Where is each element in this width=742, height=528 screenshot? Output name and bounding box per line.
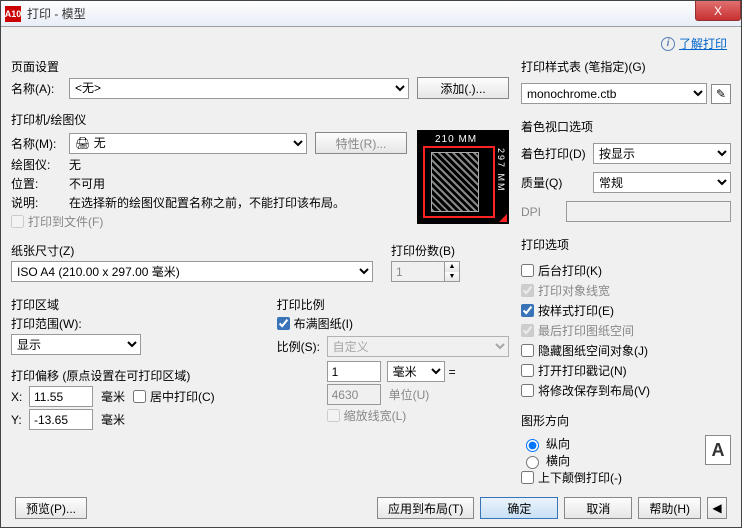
portrait-radio[interactable]: 纵向 [521, 435, 705, 452]
location-value: 不可用 [69, 175, 105, 192]
scale-select: 自定义 [327, 336, 509, 357]
ratio-label: 比例(S): [277, 338, 327, 355]
copies-input [391, 261, 445, 282]
preview-corner-icon [499, 214, 507, 222]
window-title: 打印 - 模型 [27, 5, 86, 22]
preview-button[interactable]: 预览(P)... [15, 497, 87, 519]
close-icon: X [714, 4, 722, 18]
copies-spinner: ▲▼ [445, 261, 460, 282]
quality-label: 质量(Q) [521, 174, 593, 191]
info-icon: i [661, 37, 675, 51]
page-name-label: 名称(A): [11, 80, 69, 97]
paper-size-select[interactable]: ISO A4 (210.00 x 297.00 毫米) [11, 261, 373, 282]
landscape-radio[interactable]: 横向 [521, 452, 705, 469]
drawing-units-input [327, 384, 381, 405]
ok-button[interactable]: 确定 [480, 497, 558, 519]
printer-properties-button: 特性(R)... [315, 132, 407, 154]
page-setup-heading: 页面设置 [11, 58, 509, 75]
close-button[interactable]: X [695, 1, 741, 21]
edit-style-button[interactable]: ✎ [711, 84, 731, 104]
opt-save-checkbox[interactable]: 将修改保存到布局(V) [521, 382, 731, 399]
offset-y-label: Y: [11, 413, 29, 427]
dpi-label: DPI [521, 205, 566, 219]
offset-x-input[interactable] [29, 386, 93, 407]
cancel-button[interactable]: 取消 [564, 497, 632, 519]
scale-unit-input[interactable] [327, 361, 381, 382]
pencil-icon: ✎ [716, 87, 726, 101]
unit-select[interactable]: 毫米 [387, 361, 445, 382]
area-heading: 打印区域 [11, 296, 267, 313]
shade-label: 着色打印(D) [521, 145, 593, 162]
options-heading: 打印选项 [521, 236, 731, 253]
printer-name-label: 名称(M): [11, 135, 69, 152]
app-icon: A10 [5, 6, 21, 22]
orientation-icon: A [705, 435, 731, 465]
paper-heading: 纸张尺寸(Z) [11, 242, 373, 259]
offset-heading: 打印偏移 (原点设置在可打印区域) [11, 367, 267, 384]
spin-up-icon: ▲ [445, 262, 459, 272]
apply-layout-button[interactable]: 应用到布局(T) [377, 497, 474, 519]
offset-y-unit: 毫米 [101, 411, 125, 428]
center-plot-checkbox[interactable]: 居中打印(C) [133, 388, 215, 405]
offset-y-input[interactable] [29, 409, 93, 430]
add-page-setup-button[interactable]: 添加(.)... [417, 77, 509, 99]
upside-down-checkbox[interactable]: 上下颠倒打印(-) [521, 469, 705, 486]
spin-down-icon: ▼ [445, 272, 459, 282]
styletable-heading: 打印样式表 (笔指定)(G) [521, 58, 731, 75]
fit-to-paper-checkbox[interactable]: 布满图纸(I) [277, 315, 509, 332]
dpi-input [566, 201, 731, 222]
opt-hide-checkbox[interactable]: 隐藏图纸空间对象(J) [521, 342, 731, 359]
titlebar: A10 打印 - 模型 X [1, 1, 741, 27]
plot-dialog: A10 打印 - 模型 X i 了解打印 页面设置 名称(A): <无> 添加(… [0, 0, 742, 528]
help-button[interactable]: 帮助(H) [638, 497, 701, 519]
offset-x-unit: 毫米 [101, 388, 125, 405]
desc-value: 在选择新的绘图仪配置名称之前，不能打印该布局。 [69, 194, 407, 211]
printer-name-select[interactable]: 🖨 无 [69, 133, 307, 154]
plot-style-select[interactable]: monochrome.ctb [521, 83, 707, 104]
shaded-heading: 着色视口选项 [521, 118, 731, 135]
plotter-label: 绘图仪: [11, 156, 69, 173]
learn-plot-link[interactable]: 了解打印 [679, 35, 727, 52]
printer-heading: 打印机/绘图仪 [11, 111, 509, 128]
page-name-select[interactable]: <无> [69, 78, 409, 99]
paper-preview: 210 MM 297 MM [417, 130, 509, 224]
plot-area-select[interactable]: 显示 [11, 334, 141, 355]
opt-paperspace-last-checkbox: 最后打印图纸空间 [521, 322, 731, 339]
preview-height-label: 297 MM [496, 148, 506, 193]
chevron-left-icon: ◀ [712, 501, 721, 515]
opt-lineweights-checkbox: 打印对象线宽 [521, 282, 731, 299]
scale-heading: 打印比例 [277, 296, 509, 313]
plot-to-file-checkbox: 打印到文件(F) [11, 213, 103, 230]
opt-stamp-checkbox[interactable]: 打开打印戳记(N) [521, 362, 731, 379]
location-label: 位置: [11, 175, 69, 192]
opt-background-checkbox[interactable]: 后台打印(K) [521, 262, 731, 279]
preview-width-label: 210 MM [435, 134, 477, 145]
offset-x-label: X: [11, 390, 29, 404]
orientation-heading: 图形方向 [521, 412, 731, 429]
drawing-units-label: 单位(U) [389, 386, 430, 403]
plotter-value: 无 [69, 156, 81, 173]
what-label: 打印范围(W): [11, 315, 267, 332]
expand-button[interactable]: ◀ [707, 497, 727, 519]
quality-select[interactable]: 常规 [593, 172, 731, 193]
desc-label: 说明: [11, 194, 69, 211]
copies-heading: 打印份数(B) [391, 242, 509, 259]
opt-styles-checkbox[interactable]: 按样式打印(E) [521, 302, 731, 319]
equals-icon: = [449, 365, 456, 379]
scale-lineweights-checkbox: 缩放线宽(L) [327, 407, 407, 424]
shade-select[interactable]: 按显示 [593, 143, 731, 164]
